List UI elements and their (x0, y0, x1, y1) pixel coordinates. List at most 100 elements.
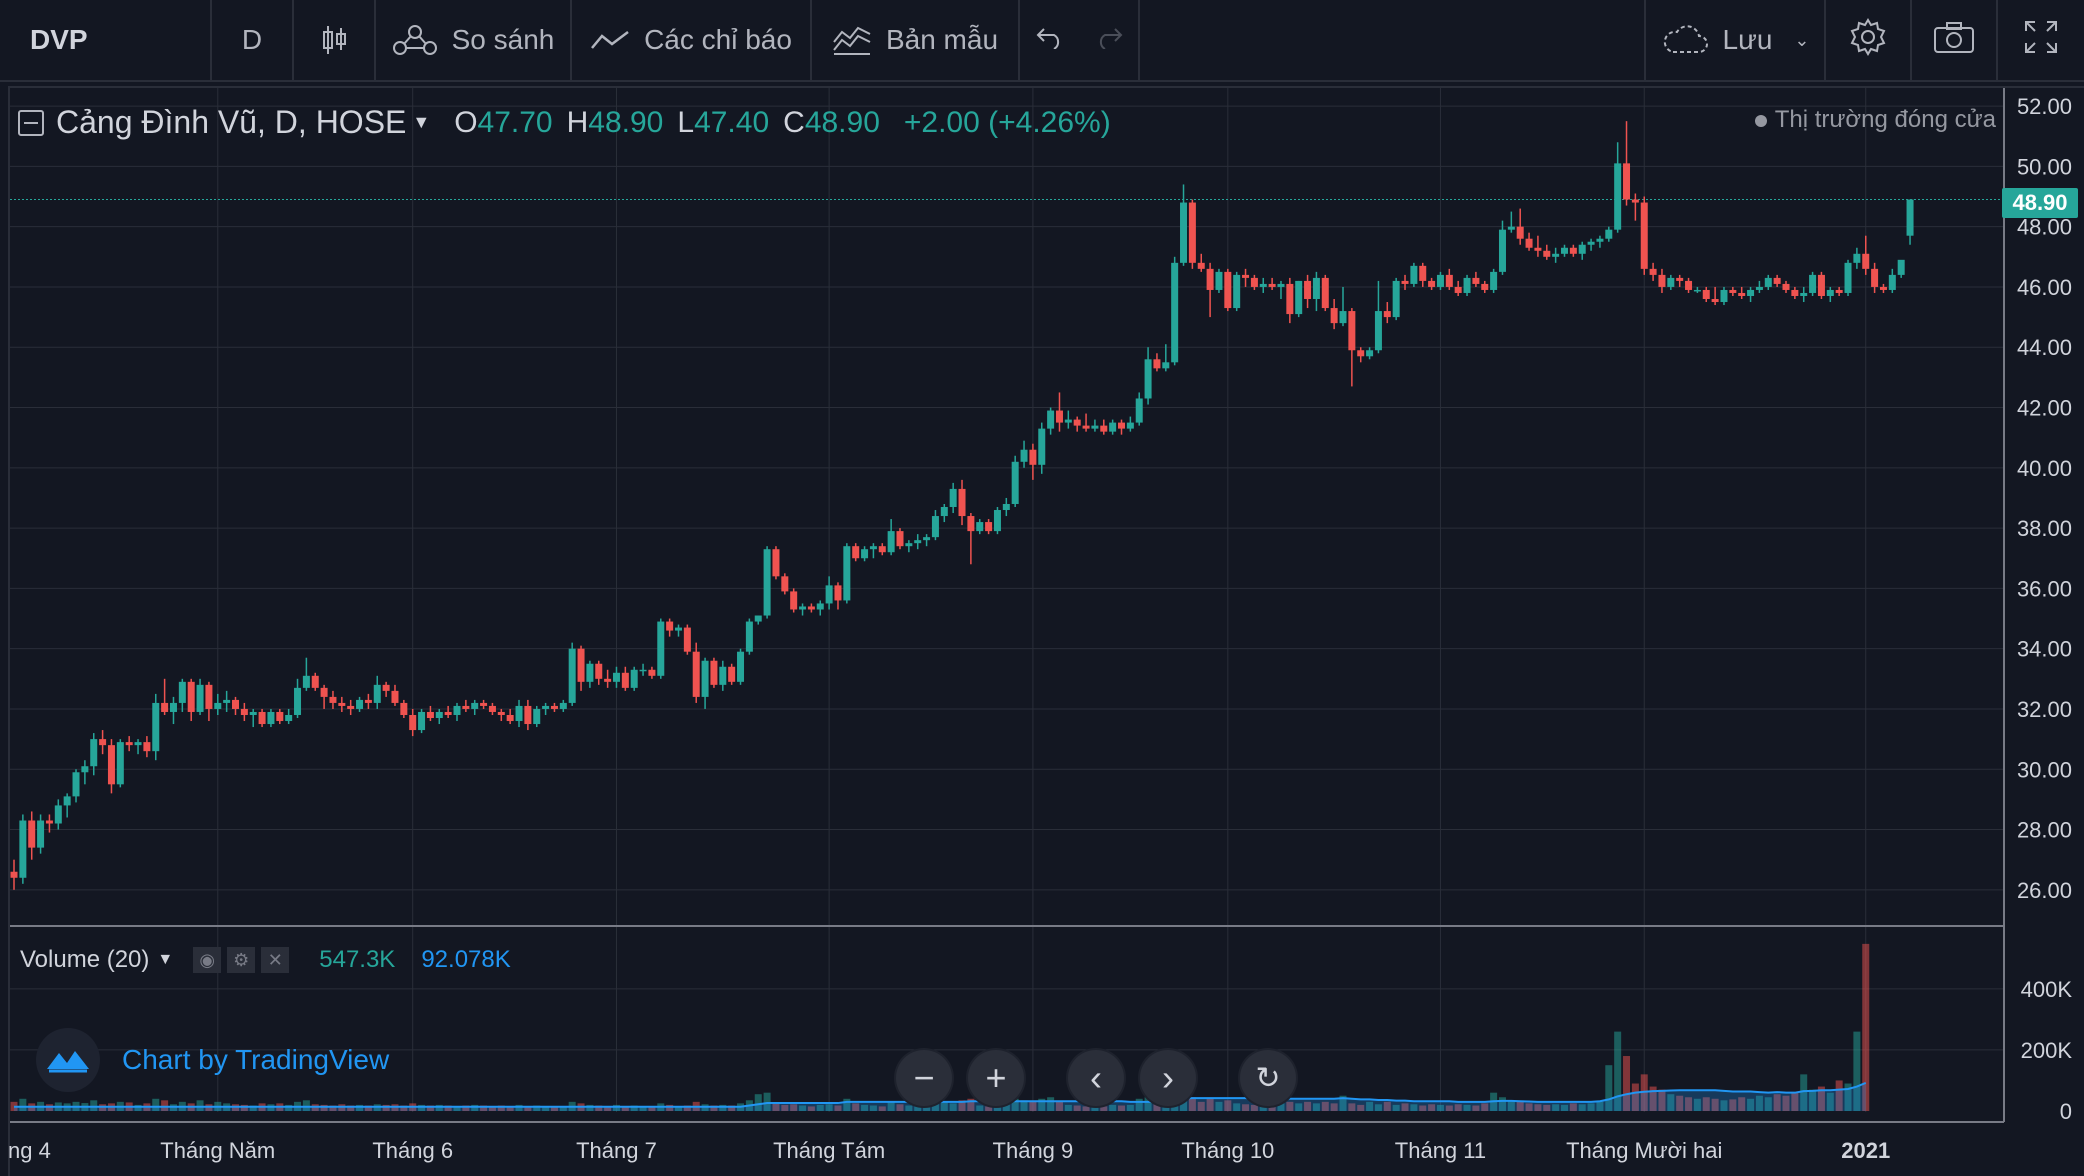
candle-body (931, 516, 939, 538)
candle-body (515, 705, 523, 722)
high-value: 48.90 (588, 105, 664, 139)
candle-body (1596, 238, 1604, 242)
chevron-right-icon: › (1162, 1057, 1174, 1098)
market-status: Thị trường đóng cửa (1754, 106, 1996, 134)
candle-body (63, 796, 71, 806)
candle-body (214, 702, 222, 709)
candle-body (1286, 283, 1294, 315)
collapse-icon[interactable] (18, 109, 44, 136)
candle-body (1215, 271, 1223, 290)
y-tick-label: 44.00 (2017, 335, 2072, 360)
candle-body (1259, 283, 1267, 287)
x-tick-label: ng 4 (8, 1138, 51, 1163)
y-tick-label: 28.00 (2017, 818, 2072, 843)
candle-body (435, 711, 443, 719)
candle-body (595, 663, 603, 679)
candle-body (1791, 289, 1799, 296)
close-key: C (783, 105, 805, 139)
candle-body (1091, 425, 1099, 429)
candle-body (763, 549, 771, 616)
volume-ma-value: 92.078K (421, 946, 511, 973)
candle-body (905, 543, 913, 547)
candle-body (1392, 280, 1400, 318)
x-tick-label: Tháng 9 (993, 1138, 1074, 1163)
chart-canvas[interactable]: 52.00 50.00 48.00 46.00 44.00 42.00 40.00 38.00… (0, 0, 2084, 1174)
zoom-in-button[interactable]: + (968, 1050, 1024, 1106)
candle-body (1747, 289, 1755, 296)
candle-body (488, 705, 496, 712)
candle-body (1472, 277, 1480, 284)
y-tick-label: 32.00 (2017, 697, 2072, 722)
y-tick-label: 30.00 (2017, 757, 2072, 782)
last-price-label: 48.90 (2012, 190, 2068, 215)
candle-body (1188, 202, 1196, 263)
tradingview-watermark[interactable]: Chart by TradingView (36, 1028, 389, 1092)
candle-body (400, 702, 408, 715)
gear-icon[interactable]: ⚙ (227, 947, 256, 973)
candle-body (621, 672, 629, 688)
minus-icon: − (913, 1057, 935, 1098)
candle-body (612, 672, 620, 682)
candle-body (993, 510, 1001, 532)
y-tick-label: 42.00 (2017, 396, 2072, 421)
candle-body (772, 549, 780, 577)
candle-body (1020, 449, 1028, 462)
candle-body (1348, 311, 1356, 351)
candle-body (506, 714, 514, 722)
candle-body (976, 522, 984, 532)
candle-body (1126, 422, 1134, 429)
candle-body (45, 820, 53, 824)
candle-body (444, 711, 452, 715)
candle-body (1587, 241, 1595, 245)
x-tick-label: Tháng 10 (1181, 1138, 1274, 1163)
candle-body (1118, 422, 1125, 429)
candle-body (710, 660, 718, 685)
candle-body (1100, 425, 1108, 432)
candle-body (524, 705, 532, 725)
candle-body (125, 742, 133, 746)
candle-body (10, 871, 18, 878)
candle-body (630, 669, 638, 688)
eye-icon[interactable]: ◉ (193, 947, 222, 973)
scroll-left-button[interactable]: ‹ (1068, 1050, 1124, 1106)
candle-body (1082, 425, 1090, 429)
candle-body (364, 699, 372, 703)
close-icon[interactable]: ✕ (261, 947, 290, 973)
candle-body (1897, 259, 1905, 275)
candle-body (1312, 277, 1320, 300)
candle-body (329, 696, 337, 703)
candle-body (675, 627, 682, 631)
candle-body (232, 699, 239, 709)
candle-body (1543, 250, 1551, 257)
volume-title[interactable]: Volume (20) (20, 946, 149, 974)
candle-body (1038, 428, 1046, 465)
candle-body (1011, 461, 1019, 504)
candle-body (1197, 262, 1205, 269)
candle-body (666, 621, 674, 631)
status-dot-icon (1754, 115, 1767, 127)
candle-body (1569, 247, 1577, 254)
zoom-out-button[interactable]: − (896, 1050, 952, 1106)
candle-body (1250, 277, 1258, 287)
candle-body (1242, 274, 1250, 278)
candle-body (1649, 268, 1657, 275)
candle-body (1463, 277, 1471, 293)
candle-body (1853, 253, 1861, 263)
candle-body (1693, 289, 1701, 292)
change-value: +2.00 (+4.26%) (903, 105, 1111, 139)
candle-body (1109, 422, 1117, 432)
caret-down-icon[interactable]: ▼ (157, 951, 173, 969)
candle-body (1330, 308, 1338, 324)
candle-body (1064, 419, 1072, 423)
candle-body (781, 576, 789, 592)
caret-down-icon[interactable]: ▼ (412, 112, 430, 133)
candle-body (1374, 311, 1382, 351)
y-tick-label: 38.00 (2017, 516, 2072, 541)
x-tick-label: 2021 (1841, 1138, 1890, 1163)
candle-body (320, 687, 328, 697)
candle-body (134, 742, 142, 746)
legend-title[interactable]: Cảng Đình Vũ, D, HOSE (56, 104, 406, 141)
scroll-right-button[interactable]: › (1140, 1050, 1196, 1106)
y-tick-label: 50.00 (2017, 154, 2072, 179)
reset-chart-button[interactable]: ↻ (1240, 1050, 1296, 1106)
